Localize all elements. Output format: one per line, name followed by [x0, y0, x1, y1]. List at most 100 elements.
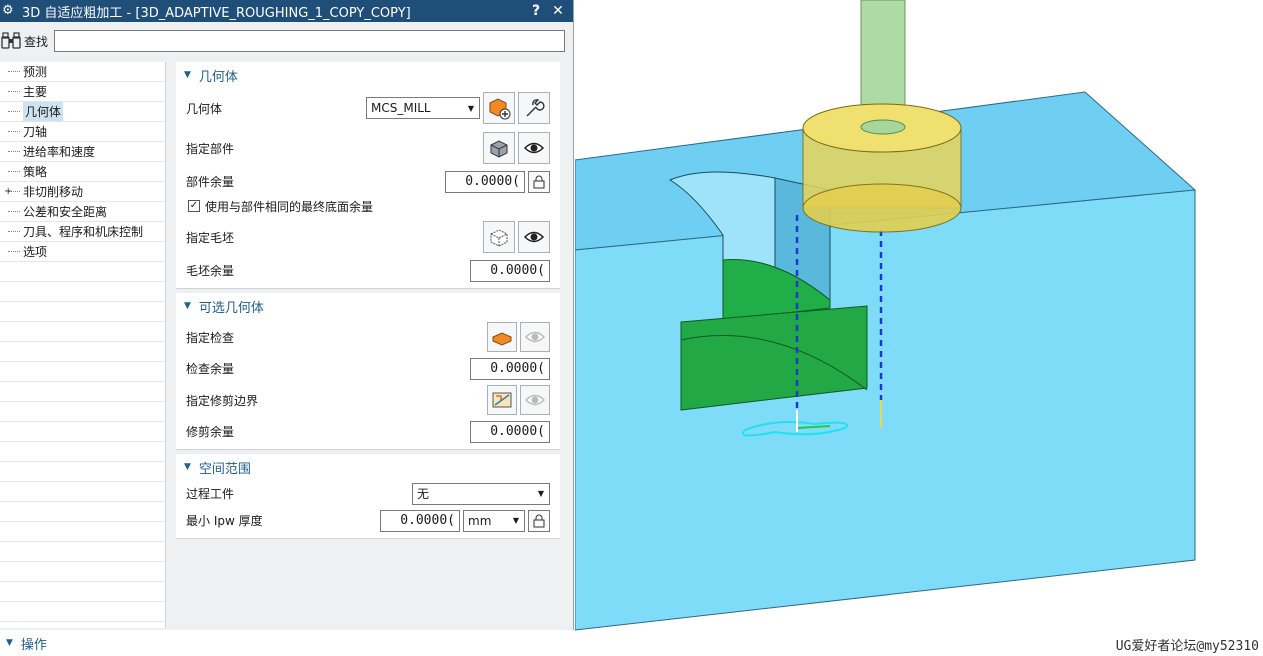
unit-select[interactable]: mm ▼	[463, 509, 525, 532]
find-label: 查找	[24, 34, 49, 49]
tree-item[interactable]: 预测	[0, 62, 165, 82]
blank-icon	[490, 229, 508, 247]
trim-stock-label: 修剪余量	[186, 425, 235, 439]
eye-icon	[524, 331, 546, 343]
eye-icon	[524, 394, 546, 406]
tree-empty-row	[0, 302, 165, 322]
tree-item-label: 选项	[23, 245, 48, 259]
check-stock-label: 检查余量	[186, 362, 235, 376]
tree-empty-row	[0, 582, 165, 602]
ipw-select[interactable]: 无 ▼	[412, 482, 550, 505]
tree-empty-row	[0, 322, 165, 342]
space-range-group: ▼ 空间范围 过程工件 无 ▼ 最小 Ipw 厚度 0.0000( mm ▼	[176, 454, 560, 539]
specify-trim-row: 指定修剪边界	[176, 382, 560, 418]
part-stock-row: 部件余量 0.0000(	[176, 168, 560, 195]
tree-item[interactable]: 策略	[0, 162, 165, 182]
same-floor-stock-label: 使用与部件相同的最终底面余量	[205, 199, 374, 214]
show-blank-button[interactable]	[518, 221, 550, 253]
specify-check-label: 指定检查	[186, 330, 235, 345]
collapse-triangle-icon: ▼	[184, 301, 191, 311]
tree-item[interactable]: 刀具、程序和机床控制	[0, 222, 165, 242]
specify-part-button[interactable]	[483, 132, 515, 164]
tree-item[interactable]: 进给率和速度	[0, 142, 165, 162]
show-check-button[interactable]	[520, 322, 550, 352]
help-button[interactable]: ?	[527, 3, 545, 19]
geometry-select-value: MCS_MILL	[371, 101, 431, 115]
tool-shank-top	[860, 119, 906, 135]
lock-button[interactable]	[528, 509, 550, 532]
trim-stock-row: 修剪余量 0.0000(	[176, 418, 560, 445]
geometry-group-title: 几何体	[198, 69, 238, 85]
chevron-down-icon: ▼	[537, 489, 544, 498]
tree-connector	[8, 131, 20, 132]
tree-empty-row	[0, 462, 165, 482]
chevron-down-icon: ▼	[467, 103, 474, 113]
same-floor-stock-checkbox[interactable]: ✓ 使用与部件相同的最终底面余量	[176, 195, 560, 217]
tree-empty-row	[0, 602, 165, 622]
specify-trim-button[interactable]	[487, 385, 517, 415]
tree-empty-row	[0, 522, 165, 542]
chevron-down-icon: ▼	[512, 516, 519, 525]
tree-item[interactable]: 刀轴	[0, 122, 165, 142]
tree-item-label: 策略	[23, 165, 48, 179]
tree-item[interactable]: + 非切削移动	[0, 182, 165, 202]
model-view	[575, 0, 1197, 631]
ipw-label: 过程工件	[186, 487, 235, 501]
tree-item[interactable]: 几何体	[0, 102, 165, 122]
expand-icon[interactable]: +	[4, 186, 12, 197]
specify-blank-button[interactable]	[483, 221, 515, 253]
graphics-viewport[interactable]: UG爱好者论坛@my52310	[575, 0, 1263, 656]
tree-empty-row	[0, 502, 165, 522]
min-ipw-row: 最小 Ipw 厚度 0.0000( mm ▼	[176, 507, 560, 534]
optional-geometry-header[interactable]: ▼ 可选几何体	[176, 293, 560, 319]
optional-geometry-title: 可选几何体	[198, 300, 264, 316]
tree-connector	[8, 171, 20, 172]
geometry-select[interactable]: MCS_MILL ▼	[366, 97, 480, 119]
dialog-title: 3D 自适应粗加工 - [3D_ADAPTIVE_ROUGHING_1_COPY…	[22, 5, 411, 21]
tree-empty-row	[0, 442, 165, 462]
operation-dialog: ⚙ 3D 自适应粗加工 - [3D_ADAPTIVE_ROUGHING_1_CO…	[0, 0, 574, 656]
tree-item[interactable]: 公差和安全距离	[0, 202, 165, 222]
check-stock-input[interactable]: 0.0000(	[470, 357, 550, 380]
tree-empty-row	[0, 342, 165, 362]
eye-icon	[523, 142, 545, 154]
show-trim-button[interactable]	[520, 385, 550, 415]
close-button[interactable]: ✕	[549, 3, 567, 19]
lock-icon	[533, 514, 545, 527]
part-stock-label: 部件余量	[186, 175, 235, 189]
tree-empty-row	[0, 382, 165, 402]
tree-item[interactable]: 主要	[0, 82, 165, 102]
tree-connector	[8, 91, 20, 92]
tree-item-label: 预测	[23, 65, 48, 79]
tree-empty-row	[0, 542, 165, 562]
tree-item-label: 刀轴	[23, 125, 48, 139]
space-range-header[interactable]: ▼ 空间范围	[176, 454, 560, 480]
eye-icon	[523, 231, 545, 243]
show-part-button[interactable]	[518, 132, 550, 164]
part-stock-input[interactable]: 0.0000(	[445, 170, 525, 193]
geometry-label: 几何体	[186, 101, 223, 116]
tree-empty-row	[0, 562, 165, 582]
dialog-titlebar: ⚙ 3D 自适应粗加工 - [3D_ADAPTIVE_ROUGHING_1_CO…	[0, 0, 573, 22]
find-input[interactable]	[54, 30, 565, 52]
find-bar: 查找	[0, 22, 573, 60]
tree-item-label: 几何体	[23, 102, 64, 121]
min-ipw-input[interactable]: 0.0000(	[380, 509, 460, 532]
blank-stock-input[interactable]: 0.0000(	[470, 259, 550, 282]
unit-select-value: mm	[468, 513, 492, 528]
edit-geometry-button[interactable]	[518, 92, 550, 124]
specify-check-button[interactable]	[487, 322, 517, 352]
tree-item[interactable]: 选项	[0, 242, 165, 262]
specify-part-label: 指定部件	[186, 141, 235, 156]
new-geometry-button[interactable]	[483, 92, 515, 124]
trim-stock-input[interactable]: 0.0000(	[470, 420, 550, 443]
operations-group-header[interactable]: ▼ 操作	[0, 630, 574, 656]
tree-connector	[8, 151, 20, 152]
tree-empty-row	[0, 282, 165, 302]
tree-connector	[8, 231, 20, 232]
geometry-group-header[interactable]: ▼ 几何体	[176, 62, 560, 88]
checkbox-box: ✓	[188, 200, 200, 212]
lock-button[interactable]	[528, 170, 550, 193]
tree-item-label: 主要	[23, 85, 48, 99]
specify-blank-label: 指定毛坯	[186, 230, 235, 245]
